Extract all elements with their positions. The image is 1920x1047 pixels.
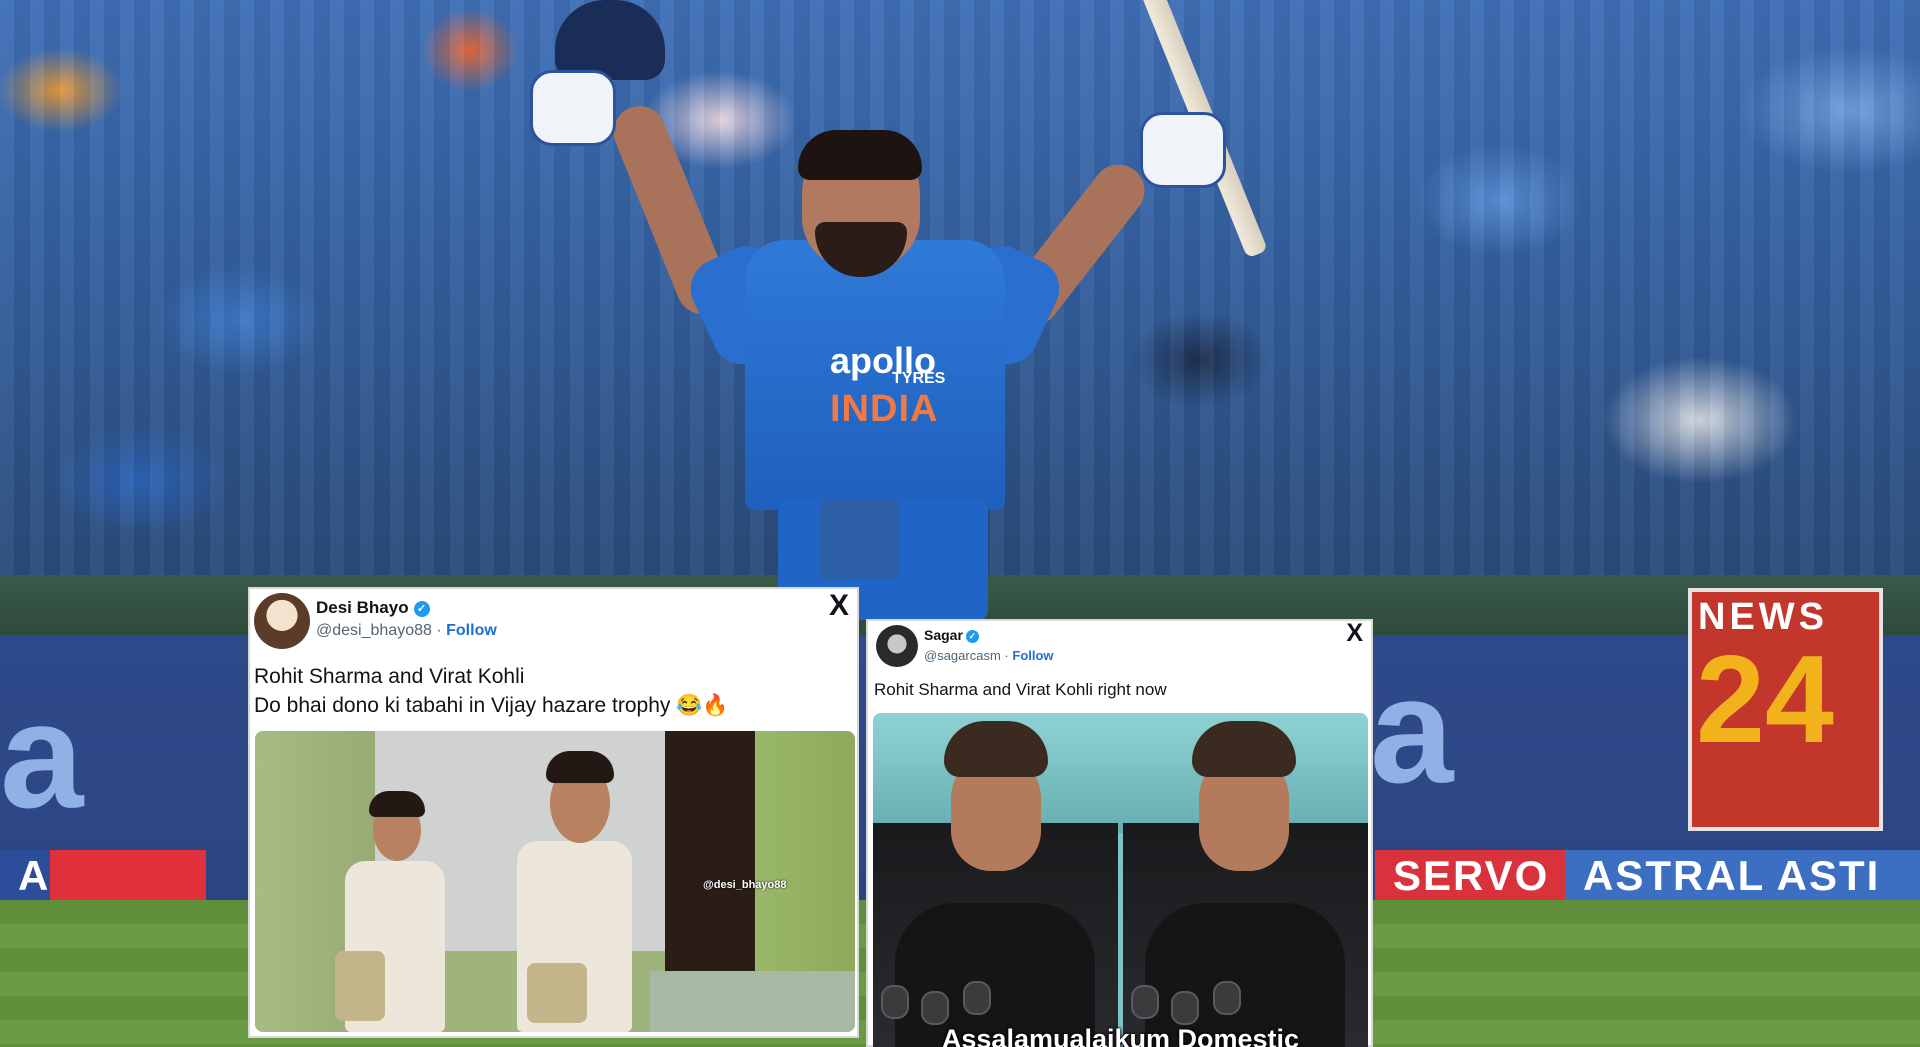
player-hair: [798, 130, 922, 180]
left-glove: [530, 70, 616, 146]
tweet-handle-row: @sagarcasm · Follow: [924, 648, 1054, 663]
verified-badge-icon: ✓: [965, 629, 979, 643]
follow-link[interactable]: Follow: [446, 622, 497, 639]
tweet-card-sagar: Sagar ✓ @sagarcasm · Follow X Rohit Sharm…: [866, 619, 1373, 1047]
microphone-icon: [1213, 981, 1241, 1015]
ad-strip-left-red: [50, 850, 206, 902]
floor-step: [650, 971, 855, 1032]
media-watermark: @desi_bhayo88: [703, 879, 787, 891]
ad-strip-astral: ASTRAL ASTI: [1565, 850, 1920, 902]
x-logo-icon[interactable]: X: [1346, 619, 1363, 648]
hair-right: [1192, 721, 1296, 777]
jersey-team-name: INDIA: [830, 388, 939, 430]
follow-link[interactable]: Follow: [1012, 648, 1053, 663]
tweet-text: Rohit Sharma and Virat Kohli Do bhai don…: [254, 662, 729, 720]
meme-bag-left: [335, 951, 385, 1021]
tweet-author-name[interactable]: Sagar ✓: [924, 627, 979, 643]
handle-separator: ·: [1004, 648, 1009, 663]
meme-bag-right: [527, 963, 587, 1023]
microphone-icon: [1171, 991, 1199, 1025]
meme-background: [873, 713, 1368, 833]
tweet-text-line-1: Rohit Sharma and Virat Kohli right now: [874, 680, 1167, 699]
microphone-icon: [963, 981, 991, 1015]
tweet-card-desi-bhayo: Desi Bhayo ✓ @desi_bhayo88 · Follow X Roh…: [248, 587, 859, 1038]
tweet-handle: @desi_bhayo88: [316, 622, 432, 639]
wooden-door: [665, 731, 755, 981]
meme-hair-right: [546, 751, 614, 783]
avatar[interactable]: [254, 593, 310, 649]
handle-separator: ·: [436, 622, 442, 639]
helmet: [555, 0, 665, 80]
verified-badge-icon: ✓: [413, 600, 430, 617]
news24-number: 24: [1696, 631, 1834, 769]
tweet-handle-row: @desi_bhayo88 · Follow: [316, 622, 497, 640]
microphone-icon: [921, 991, 949, 1025]
avatar[interactable]: [876, 625, 918, 667]
tweet-text-line-2: Do bhai dono ki tabahi in Vijay hazare t…: [254, 694, 729, 717]
photo-collage: a a AL SERVO ASTRAL ASTI NEWS 24 apollo …: [0, 0, 1920, 1047]
tweet-media-image[interactable]: Assalamualaikum Domestic: [873, 713, 1368, 1047]
author-name-text: Sagar: [924, 627, 963, 643]
towel: [820, 500, 900, 580]
meme-caption: Assalamualaikum Domestic: [941, 1024, 1300, 1047]
author-name-text: Desi Bhayo: [316, 598, 409, 617]
meme-hair-left: [369, 791, 425, 817]
jersey-sponsor-sub: TYRES: [892, 370, 946, 387]
board-letter-left: a: [0, 671, 84, 839]
hair-left: [944, 721, 1048, 777]
news24-board: NEWS 24: [1688, 588, 1883, 831]
x-logo-icon[interactable]: X: [829, 589, 849, 623]
tweet-text: Rohit Sharma and Virat Kohli right now: [874, 679, 1167, 701]
batsman-celebrating: apollo TYRES INDIA: [520, 0, 1268, 620]
right-glove: [1140, 112, 1226, 188]
microphone-icon: [881, 985, 909, 1019]
microphone-icon: [1131, 985, 1159, 1019]
tweet-author-name[interactable]: Desi Bhayo ✓: [316, 598, 430, 618]
tweet-text-line-1: Rohit Sharma and Virat Kohli: [254, 665, 525, 688]
tweet-handle: @sagarcasm: [924, 648, 1001, 663]
tweet-media-image[interactable]: @desi_bhayo88: [255, 731, 855, 1032]
board-letter-right: a: [1370, 646, 1454, 814]
